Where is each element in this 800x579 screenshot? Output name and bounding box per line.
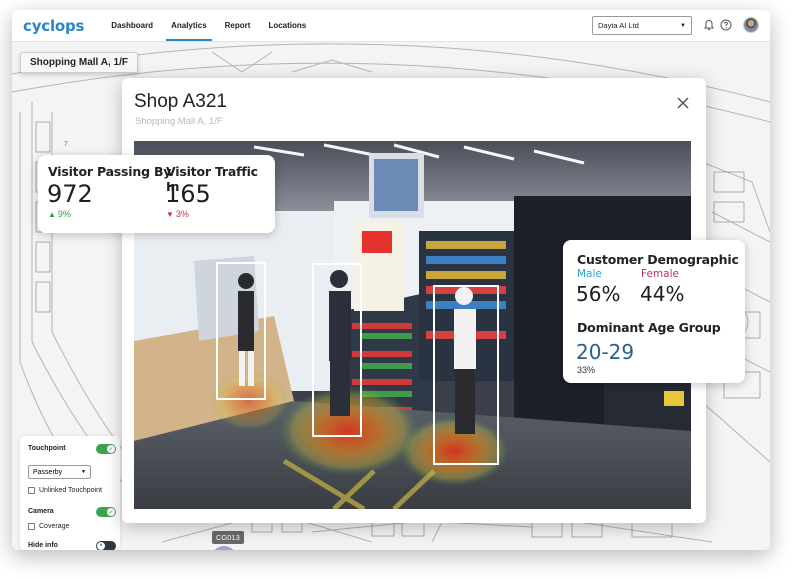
user-avatar[interactable]: [743, 17, 759, 33]
visitor-passing-label: Visitor Passing By: [48, 164, 172, 179]
help-icon[interactable]: [719, 18, 733, 32]
check-icon: ✓: [107, 508, 115, 516]
visitor-passing-delta: ▲ 9%: [48, 209, 71, 219]
bell-icon[interactable]: [702, 18, 716, 32]
top-navigation-bar: cyclops Dashboard Analytics Report Locat…: [12, 10, 770, 42]
touchpoint-type-value: Passerby: [33, 468, 63, 476]
shop-title: Shop A321: [134, 91, 227, 112]
visitor-traffic-in-value: 165: [165, 180, 211, 208]
age-group-title: Dominant Age Group: [577, 320, 721, 335]
hide-info-toggle[interactable]: ×: [96, 541, 116, 550]
nav-dashboard[interactable]: Dashboard: [102, 10, 162, 41]
nav-locations[interactable]: Locations: [259, 10, 315, 41]
check-icon: ✓: [107, 445, 115, 453]
touchpoint-type-select[interactable]: Passerby ▼: [28, 465, 91, 479]
close-icon: ×: [97, 542, 105, 550]
visitor-passing-delta-value: 9%: [57, 209, 71, 219]
organization-select[interactable]: Dayta AI Ltd ▼: [592, 16, 692, 35]
main-nav: Dashboard Analytics Report Locations: [102, 10, 315, 41]
demographic-title: Customer Demographic: [577, 252, 739, 267]
unlinked-touchpoint-row[interactable]: Unlinked Touchpoint: [28, 487, 102, 494]
organization-select-value: Dayta AI Ltd: [598, 21, 639, 30]
arrow-up-icon: ▲: [48, 209, 56, 219]
touchpoint-toggle[interactable]: ✓: [96, 444, 116, 454]
map-control-panel: Touchpoint ✓ Passerby ▼ Unlinked Touchpo…: [20, 436, 120, 550]
touchpoint-label: Touchpoint: [28, 445, 66, 452]
shop-subtitle: Shopping Mall A, 1/F: [135, 116, 223, 127]
male-value: 56%: [576, 282, 621, 306]
arrow-down-icon: ▼: [166, 209, 174, 219]
chevron-down-icon: ▼: [81, 469, 86, 475]
close-button[interactable]: [676, 96, 690, 110]
coverage-checkbox[interactable]: [28, 523, 35, 530]
visitor-traffic-in-delta-value: 3%: [175, 209, 189, 219]
location-label: Shopping Mall A, 1/F: [20, 52, 138, 73]
svg-text:7: 7: [64, 141, 68, 148]
visitor-traffic-card: Visitor Passing By 972 ▲ 9% Visitor Traf…: [38, 155, 275, 233]
close-icon: [677, 97, 689, 109]
cyclops-logo[interactable]: cyclops: [23, 17, 84, 35]
coverage-label: Coverage: [39, 523, 70, 530]
age-group-value: 20-29: [576, 340, 635, 364]
visitor-traffic-in-delta: ▼ 3%: [166, 209, 189, 219]
camera-marker-label: CG013: [212, 531, 244, 544]
unlinked-touchpoint-label: Unlinked Touchpoint: [39, 487, 102, 494]
unlinked-touchpoint-checkbox[interactable]: [28, 487, 35, 494]
age-group-percent: 33%: [577, 365, 596, 375]
male-label: Male: [577, 268, 602, 280]
camera-label: Camera: [28, 508, 54, 515]
coverage-row[interactable]: Coverage: [28, 523, 69, 530]
visitor-passing-value: 972: [47, 180, 93, 208]
chevron-down-icon: ▼: [680, 22, 686, 29]
female-label: Female: [641, 268, 679, 280]
nav-analytics[interactable]: Analytics: [162, 10, 216, 41]
hide-info-label: Hide info: [28, 542, 58, 549]
customer-demographic-card: Customer Demographic Male Female 56% 44%…: [563, 240, 745, 383]
nav-report[interactable]: Report: [216, 10, 260, 41]
camera-toggle[interactable]: ✓: [96, 507, 116, 517]
female-value: 44%: [640, 282, 685, 306]
